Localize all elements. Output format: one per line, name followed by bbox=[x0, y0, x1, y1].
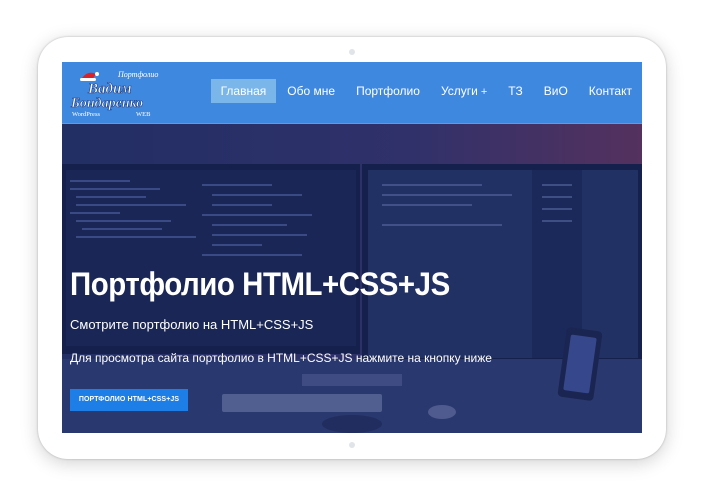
santa-hat-icon bbox=[80, 72, 99, 81]
tablet-home-dot bbox=[349, 442, 355, 448]
logo-bottom-right: WEB bbox=[136, 111, 151, 118]
nav-item-label: ВиО bbox=[543, 84, 568, 98]
nav-item-label: Услуги bbox=[440, 84, 478, 98]
main-menu: Главная Обо мне Портфолио Услуги + ТЗ ВиО… bbox=[210, 79, 642, 103]
nav-item-label: Контакт bbox=[588, 84, 632, 98]
nav-item-label: Главная bbox=[220, 84, 267, 98]
tablet-frame: Портфолио Вадим Бондаренко WordPress WEB… bbox=[38, 37, 666, 459]
portfolio-button[interactable]: ПОРТФОЛИО HTML+CSS+JS bbox=[70, 389, 188, 411]
website-screen: Портфолио Вадим Бондаренко WordPress WEB… bbox=[62, 62, 642, 433]
hero-description: Для просмотра сайта портфолио в HTML+CSS… bbox=[70, 351, 492, 365]
nav-item-label: Обо мне bbox=[287, 84, 336, 98]
hero-title: Портфолио HTML+CSS+JS bbox=[70, 266, 450, 302]
nav-item-about[interactable]: Обо мне bbox=[277, 79, 345, 103]
nav-item-label: ТЗ bbox=[508, 84, 523, 98]
nav-item-contact[interactable]: Контакт bbox=[579, 79, 642, 103]
logo-name-line1: Вадим bbox=[87, 81, 132, 97]
hero-section: Портфолио HTML+CSS+JS Смотрите портфолио… bbox=[62, 124, 642, 433]
logo-name-line2: Бондаренко bbox=[70, 96, 143, 111]
nav-item-home[interactable]: Главная bbox=[210, 79, 277, 103]
top-navigation: Портфолио Вадим Бондаренко WordPress WEB… bbox=[62, 62, 642, 124]
hero-subtitle: Смотрите портфолио на HTML+CSS+JS bbox=[70, 317, 314, 332]
nav-item-tz[interactable]: ТЗ bbox=[498, 79, 532, 103]
logo-graphic: Портфолио Вадим Бондаренко WordPress WEB bbox=[70, 70, 159, 118]
nav-item-faq[interactable]: ВиО bbox=[534, 79, 578, 103]
nav-item-portfolio[interactable]: Портфолио bbox=[346, 79, 430, 103]
logo-bottom-left: WordPress bbox=[72, 111, 100, 118]
nav-item-label: Портфолио bbox=[356, 84, 420, 98]
logo-top-text: Портфолио bbox=[117, 70, 158, 79]
expand-plus-icon[interactable]: + bbox=[481, 86, 487, 98]
tablet-camera bbox=[349, 49, 355, 55]
nav-item-services[interactable]: Услуги + bbox=[431, 79, 497, 103]
site-logo[interactable]: Портфолио Вадим Бондаренко WordPress WEB bbox=[68, 68, 164, 118]
